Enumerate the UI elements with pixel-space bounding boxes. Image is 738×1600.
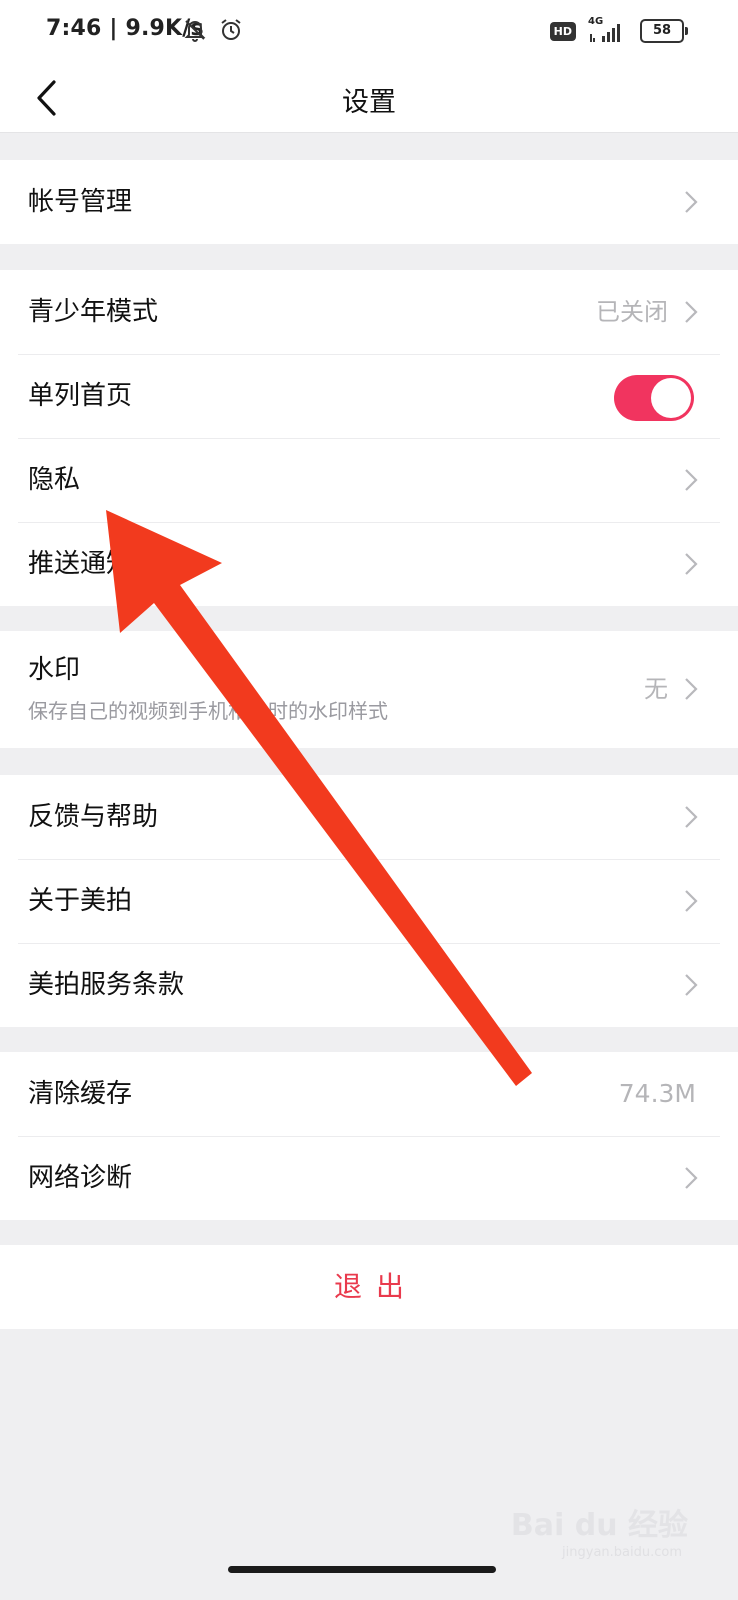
settings-item-account[interactable]: 帐号管理 — [0, 160, 738, 244]
baidu-jingyan-watermark: Bai du 经验 — [510, 1502, 688, 1543]
settings-item-label: 青少年模式 — [28, 297, 159, 327]
settings-item-label: 网络诊断 — [28, 1163, 133, 1193]
section-logout: 退出 — [0, 1245, 738, 1329]
logout-button[interactable]: 退出 — [0, 1245, 738, 1329]
chevron-right-icon — [685, 806, 698, 828]
settings-item-single-column: 单列首页 — [0, 354, 738, 438]
status-bar: 7:46 | 9.9K/s HD 4G 58 — [0, 0, 738, 66]
alarm-clock-icon — [218, 17, 244, 47]
settings-item-about[interactable]: 关于美拍 — [0, 859, 738, 943]
settings-item-feedback[interactable]: 反馈与帮助 — [0, 775, 738, 859]
chevron-right-icon — [685, 1167, 698, 1189]
settings-item-teen-mode[interactable]: 青少年模式 已关闭 — [0, 270, 738, 354]
status-time: 7:46 | 9.9K/s — [46, 16, 204, 41]
settings-item-terms[interactable]: 美拍服务条款 — [0, 943, 738, 1027]
settings-item-label: 隐私 — [28, 465, 81, 495]
settings-item-watermark[interactable]: 水印 保存自己的视频到手机相册时的水印样式 无 — [0, 631, 738, 748]
chevron-right-icon — [685, 974, 698, 996]
chevron-right-icon — [685, 553, 698, 575]
battery-level: 58 — [640, 19, 684, 43]
settings-item-push[interactable]: 推送通知 — [0, 522, 738, 606]
signal-icon: 4G — [588, 16, 628, 44]
section-about: 反馈与帮助 关于美拍 美拍服务条款 — [0, 775, 738, 1027]
page-title: 设置 — [342, 87, 396, 118]
settings-item-label: 水印 — [28, 655, 81, 685]
settings-item-label: 关于美拍 — [28, 886, 133, 916]
teen-mode-status: 已关闭 — [596, 298, 668, 326]
battery-icon: 58 — [640, 19, 688, 43]
toggle-knob — [651, 378, 691, 418]
settings-item-label: 反馈与帮助 — [28, 802, 159, 832]
settings-item-label: 单列首页 — [28, 381, 133, 411]
settings-item-label: 推送通知 — [28, 549, 133, 579]
single-column-toggle[interactable] — [614, 375, 694, 421]
title-bar: 设置 — [0, 66, 738, 133]
mute-bell-icon — [182, 17, 208, 47]
watermark-brand: Bai du 经验 — [510, 1508, 688, 1543]
chevron-right-icon — [685, 678, 698, 700]
cache-size: 74.3M — [618, 1079, 696, 1108]
section-watermark: 水印 保存自己的视频到手机相册时的水印样式 无 — [0, 631, 738, 748]
settings-item-privacy[interactable]: 隐私 — [0, 438, 738, 522]
hd-badge: HD — [549, 21, 576, 41]
watermark-value: 无 — [644, 675, 668, 703]
watermark-description: 保存自己的视频到手机相册时的水印样式 — [28, 699, 388, 723]
settings-item-network-diagnosis[interactable]: 网络诊断 — [0, 1136, 738, 1220]
chevron-right-icon — [685, 890, 698, 912]
watermark-url: jingyan.baidu.com — [562, 1545, 682, 1560]
chevron-right-icon — [685, 191, 698, 213]
settings-item-label: 帐号管理 — [28, 187, 133, 217]
chevron-right-icon — [685, 301, 698, 323]
chevron-right-icon — [685, 469, 698, 491]
section-tools: 清除缓存 74.3M 网络诊断 — [0, 1052, 738, 1220]
section-general: 青少年模式 已关闭 单列首页 隐私 推送通知 — [0, 270, 738, 606]
settings-item-label: 美拍服务条款 — [28, 970, 185, 1000]
settings-item-clear-cache[interactable]: 清除缓存 74.3M — [0, 1052, 738, 1136]
home-indicator[interactable] — [228, 1566, 496, 1573]
section-account: 帐号管理 — [0, 160, 738, 244]
settings-item-label: 清除缓存 — [28, 1079, 133, 1109]
